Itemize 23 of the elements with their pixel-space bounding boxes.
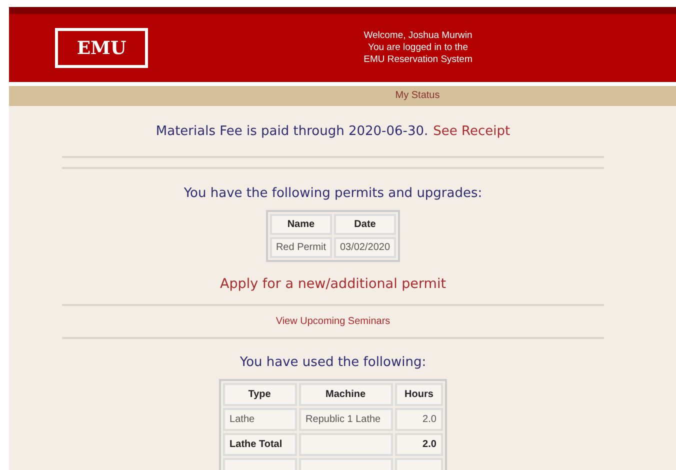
usage-heading: You have used the following: [240,355,426,370]
fee-status-text: Materials Fee is paid through 2020-06-30. [156,124,428,141]
permits-heading: You have the following permits and upgrades: [184,186,482,201]
column-header: Hours [394,383,444,406]
table-cell: 2.0 [394,433,444,456]
logo[interactable]: EMU [55,28,148,68]
table-cell: Lathe Total [222,433,297,456]
welcome-text: You are logged in to the [366,42,469,54]
welcome-text: Welcome, Joshua Murwin [362,30,474,42]
column-header: Machine [298,383,393,406]
table-cell: 03/02/2020 [334,237,396,258]
table-cell: Republic 1 Lathe [298,408,393,431]
column-header: Date [334,214,396,235]
table-cell: Lathe [222,408,297,431]
table-cell: 2.0 [394,408,444,431]
apply-permit-link[interactable]: Apply for a new/additional permit [220,276,446,292]
table-cell: Red Permit [270,237,332,258]
column-header: Name [270,214,332,235]
seminars-link[interactable]: View Upcoming Seminars [276,316,390,327]
welcome-text: EMU Reservation System [362,54,474,66]
nav-link[interactable]: My Status [395,86,440,106]
column-header: Type [222,383,297,406]
receipt-link[interactable]: See Receipt [433,124,510,142]
